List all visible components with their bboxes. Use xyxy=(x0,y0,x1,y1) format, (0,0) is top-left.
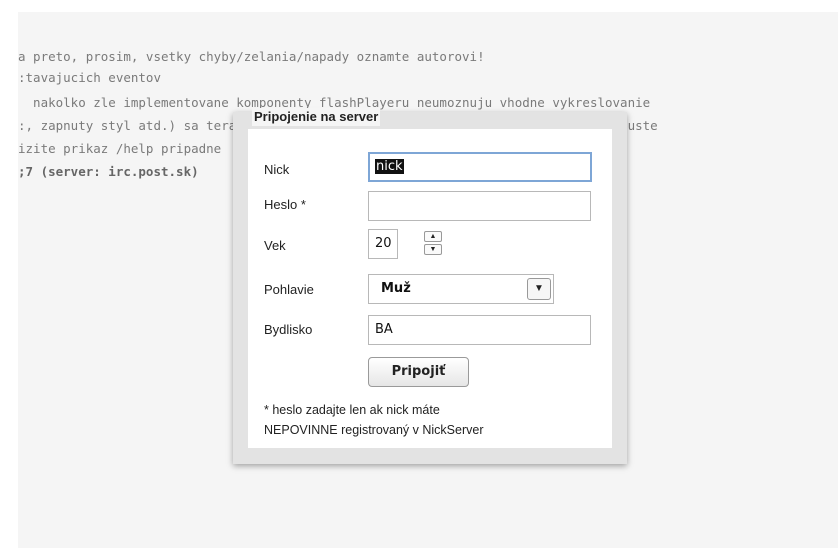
gender-select[interactable]: Muž ▼ xyxy=(368,274,554,304)
age-stepper-buttons: ▲ ▼ xyxy=(424,231,444,257)
dialog-title: Pripojenie na server xyxy=(252,108,381,126)
gender-label: Pohlavie xyxy=(264,282,314,297)
down-arrow-icon[interactable]: ▼ xyxy=(424,244,442,255)
residence-input-value: BA xyxy=(375,322,393,337)
chevron-down-icon[interactable]: ▼ xyxy=(527,278,551,300)
connect-button[interactable]: Pripojiť xyxy=(368,357,469,387)
age-label: Vek xyxy=(264,238,286,253)
console-line: a preto, prosim, vsetky chyby/zelania/na… xyxy=(18,49,485,64)
nick-input-value: nick xyxy=(375,159,404,174)
password-note: * heslo zadajte len ak nick máte NEPOVIN… xyxy=(264,400,604,440)
gender-select-value: Muž xyxy=(381,281,411,296)
password-note-line: NEPOVINNE registrovaný v NickServer xyxy=(264,423,484,437)
age-value: 20 xyxy=(375,236,392,251)
password-note-line: * heslo zadajte len ak nick máte xyxy=(264,403,440,417)
password-label: Heslo * xyxy=(264,197,306,212)
console-line: :tavajucich eventov xyxy=(18,70,161,85)
up-arrow-icon[interactable]: ▲ xyxy=(424,231,442,242)
residence-input[interactable]: BA xyxy=(368,315,591,345)
residence-label: Bydlisko xyxy=(264,322,313,337)
password-input[interactable] xyxy=(368,191,591,221)
nick-label: Nick xyxy=(264,162,290,177)
age-stepper[interactable]: 20 xyxy=(368,229,398,259)
nick-input[interactable]: nick xyxy=(368,152,592,182)
